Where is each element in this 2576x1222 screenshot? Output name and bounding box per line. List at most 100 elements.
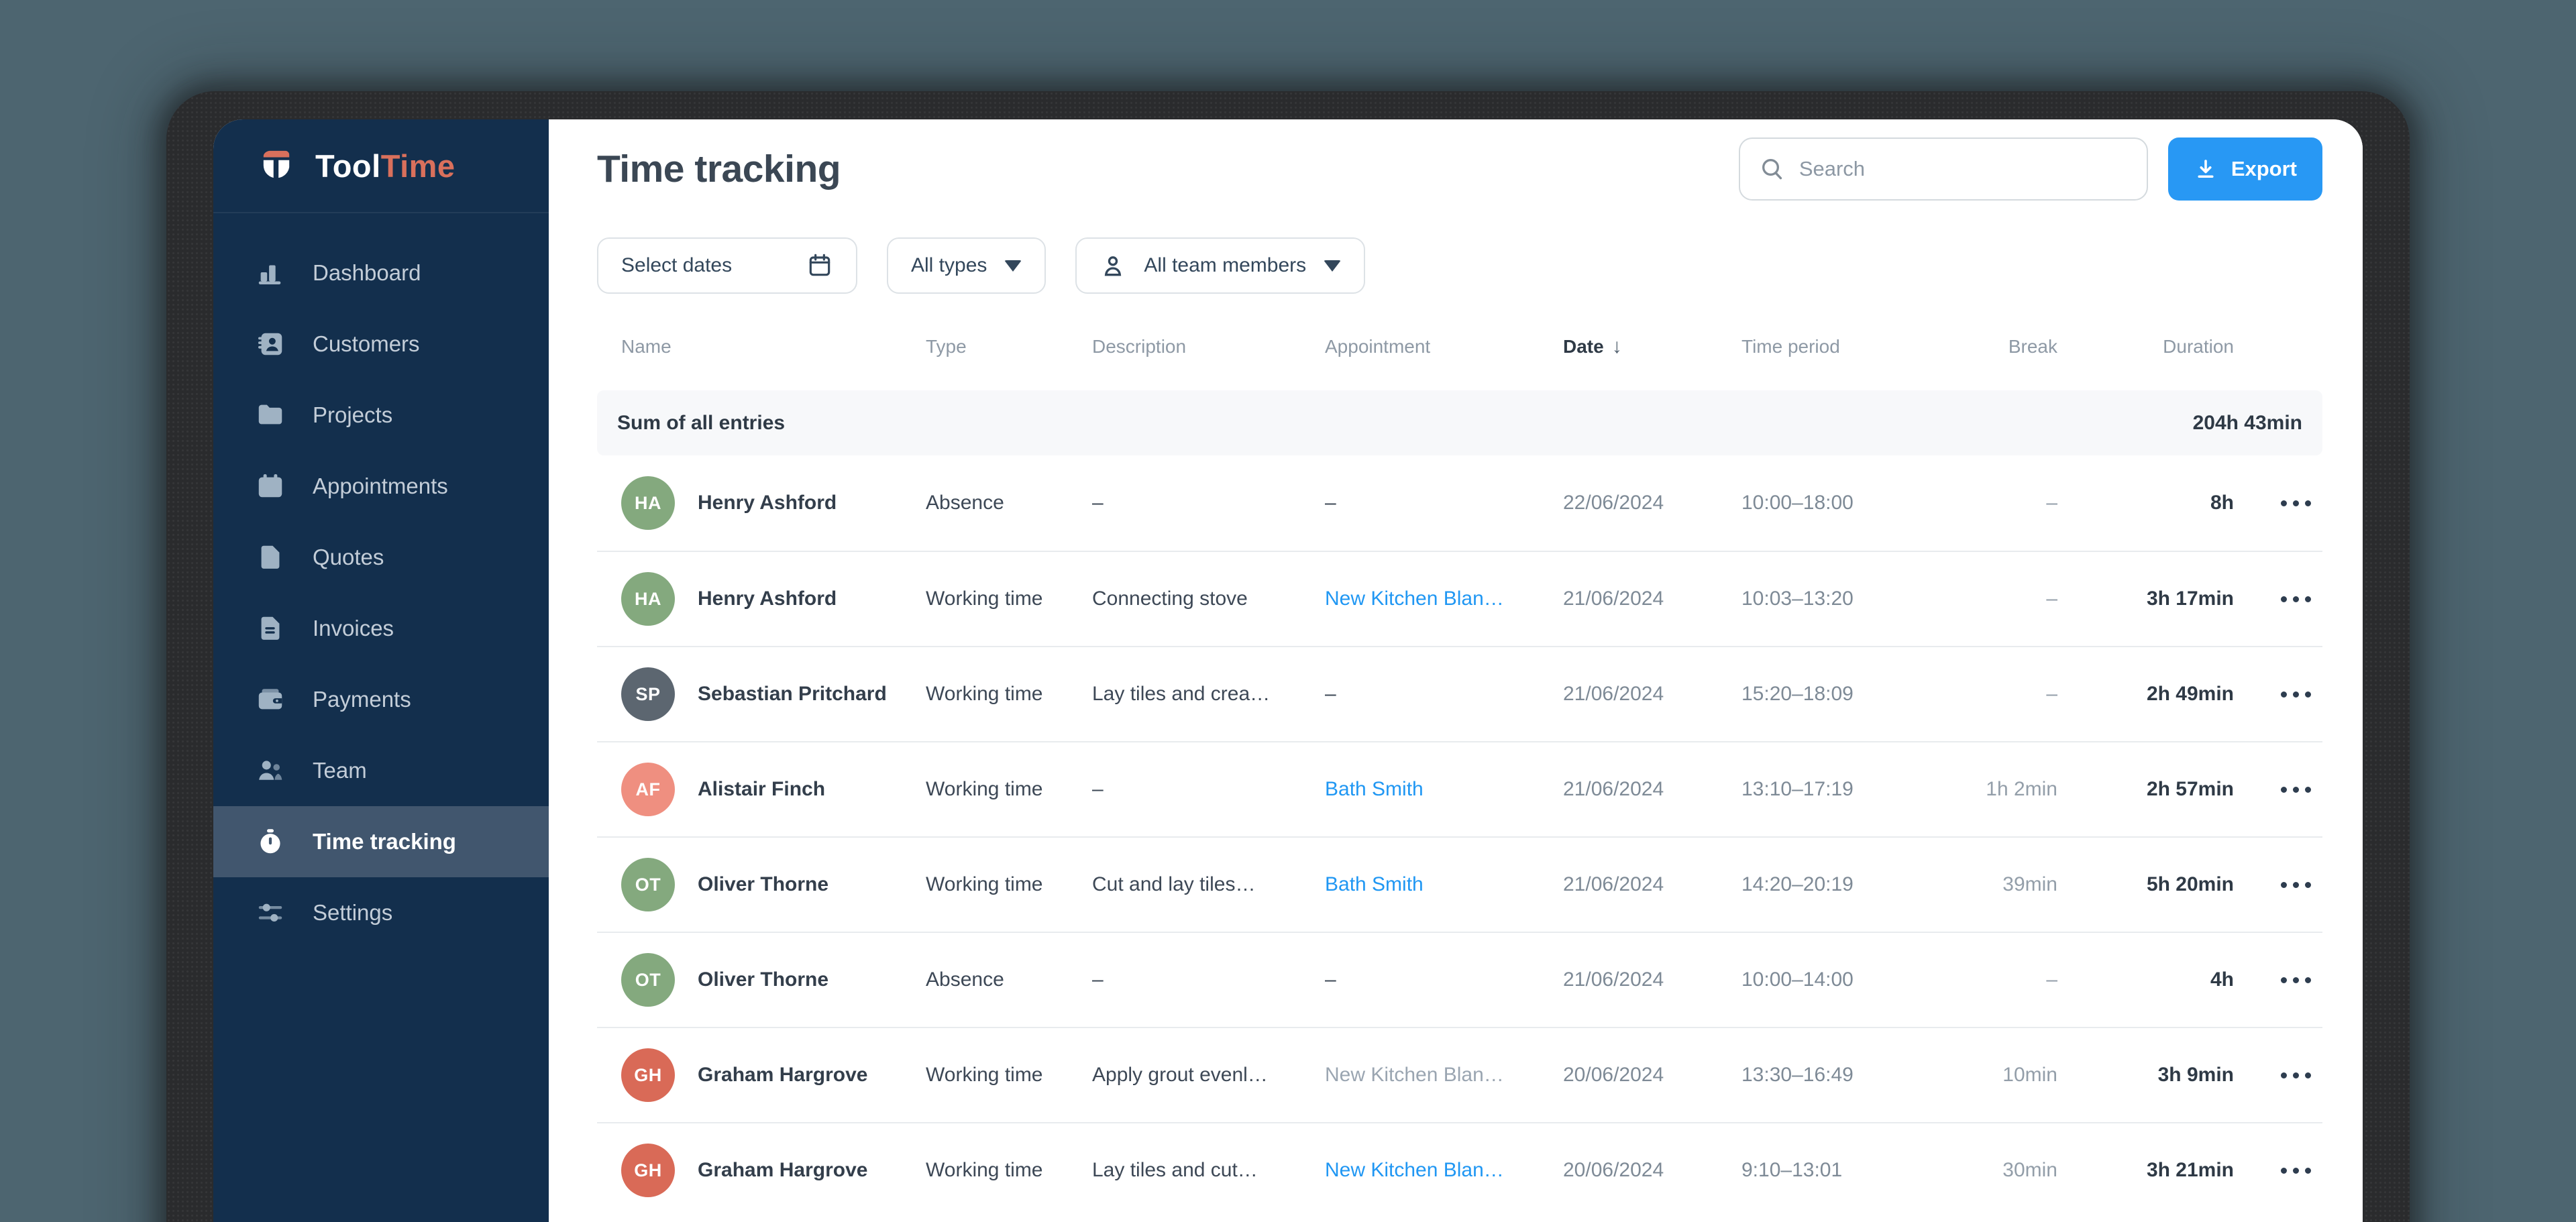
sidebar-item-label: Team [313,758,367,783]
duration-cell: 2h 49min [2146,683,2234,705]
sidebar-item-appointments[interactable]: Appointments [213,451,549,522]
appointment-cell[interactable]: Bath Smith [1325,873,1563,896]
device-frame: ToolTime Dashboard Customers Projects Ap… [166,91,2410,1222]
calendar-icon [809,254,830,276]
appointment-cell: – [1325,968,1336,991]
type-cell: Working time [926,778,1043,800]
duration-cell: 5h 20min [2146,873,2234,895]
table-row[interactable]: AF Alistair Finch Working time – Bath Sm… [597,741,2322,836]
name-cell: HA Henry Ashford [621,476,926,530]
sidebar-item-invoices[interactable]: Invoices [213,593,549,664]
row-actions-menu-icon[interactable] [2279,777,2312,802]
sidebar-item-time-tracking[interactable]: Time tracking [213,806,549,877]
date-cell: 21/06/2024 [1563,588,1664,610]
tooltime-logo-icon [263,150,290,178]
column-header-name[interactable]: Name [621,336,926,357]
table-row[interactable]: OT Oliver Thorne Working time Cut and la… [597,836,2322,932]
duration-cell: 8h [2210,492,2234,514]
table-row[interactable]: HA Henry Ashford Absence – – 22/06/2024 … [597,455,2322,551]
date-cell: 20/06/2024 [1563,1159,1664,1181]
sidebar-item-customers[interactable]: Customers [213,309,549,380]
appointment-cell: – [1325,683,1336,705]
date-cell: 21/06/2024 [1563,778,1664,800]
column-header-date[interactable]: Date ↓ [1563,335,1741,358]
export-label: Export [2231,157,2297,180]
description-cell: Apply grout evenl… [1092,1064,1268,1086]
type-cell: Working time [926,683,1043,705]
type-cell: Working time [926,588,1043,610]
row-actions-menu-icon[interactable] [2279,1063,2312,1088]
member-name: Henry Ashford [698,588,837,610]
name-cell: GH Graham Hargrove [621,1144,926,1197]
column-header-break[interactable]: Break [1923,336,2057,357]
sidebar-item-projects[interactable]: Projects [213,380,549,451]
column-header-duration[interactable]: Duration [2057,336,2234,357]
table-body: HA Henry Ashford Absence – – 22/06/2024 … [597,455,2322,1217]
appointment-cell[interactable]: Bath Smith [1325,778,1563,801]
chevron-down-icon [1004,260,1022,272]
summary-row: Sum of all entries 204h 43min [597,390,2322,455]
all-team-members-label: All team members [1144,254,1307,276]
team-icon [255,755,286,786]
row-actions-menu-icon[interactable] [2279,491,2312,516]
row-actions-menu-icon[interactable] [2279,873,2312,897]
avatar: HA [621,476,675,530]
search-box[interactable] [1738,137,2148,201]
row-actions-menu-icon[interactable] [2279,587,2312,612]
time-tracking-icon [255,826,286,857]
menu-cell [2234,491,2312,516]
type-cell: Working time [926,1064,1043,1086]
select-dates-label: Select dates [621,254,733,276]
row-actions-menu-icon[interactable] [2279,682,2312,707]
break-cell: 39min [2002,873,2057,895]
description-cell: Lay tiles and cut… [1092,1159,1258,1181]
sidebar-item-dashboard[interactable]: Dashboard [213,237,549,309]
summary-label: Sum of all entries [617,411,786,434]
search-input[interactable] [1799,157,2128,181]
name-cell: AF Alistair Finch [621,763,926,816]
sidebar-item-label: Invoices [313,616,394,641]
avatar: AF [621,763,675,816]
appointment-cell[interactable]: New Kitchen Blan… [1325,588,1563,610]
break-cell: 10min [2002,1064,2057,1086]
break-cell: – [2046,683,2057,705]
table-row[interactable]: OT Oliver Thorne Absence – – 21/06/2024 … [597,932,2322,1027]
duration-cell: 4h [2210,968,2234,991]
column-header-time-period[interactable]: Time period [1741,336,1923,357]
menu-cell [2234,1158,2312,1183]
filter-select-dates[interactable]: Select dates [597,237,857,294]
member-name: Sebastian Pritchard [698,683,887,705]
duration-cell: 2h 57min [2146,778,2234,800]
sort-desc-icon: ↓ [1611,335,1622,357]
sidebar-item-quotes[interactable]: Quotes [213,522,549,593]
appointment-cell[interactable]: New Kitchen Blan… [1325,1159,1563,1182]
column-header-description[interactable]: Description [1092,336,1325,357]
sidebar: ToolTime Dashboard Customers Projects Ap… [213,119,549,1222]
time-period-cell: 10:00–14:00 [1741,968,1854,991]
column-header-type[interactable]: Type [926,336,1092,357]
filter-all-types[interactable]: All types [887,237,1046,294]
member-name: Oliver Thorne [698,968,829,991]
settings-icon [255,897,286,928]
table-row[interactable]: HA Henry Ashford Working time Connecting… [597,551,2322,646]
row-actions-menu-icon[interactable] [2279,968,2312,993]
table-row[interactable]: SP Sebastian Pritchard Working time Lay … [597,646,2322,741]
duration-cell: 3h 21min [2146,1159,2234,1181]
table-row[interactable]: GH Graham Hargrove Working time Apply gr… [597,1027,2322,1122]
export-button[interactable]: Export [2167,137,2322,201]
column-header-appointment[interactable]: Appointment [1325,336,1563,357]
all-types-label: All types [911,254,987,276]
sidebar-item-label: Projects [313,402,393,427]
filter-all-team-members[interactable]: All team members [1075,237,1366,294]
sidebar-item-team[interactable]: Team [213,735,549,806]
time-period-cell: 13:30–16:49 [1741,1064,1854,1086]
member-name: Oliver Thorne [698,873,829,895]
member-name: Graham Hargrove [698,1159,868,1181]
time-period-cell: 10:00–18:00 [1741,492,1854,514]
sidebar-item-settings[interactable]: Settings [213,877,549,948]
sidebar-item-label: Customers [313,331,420,356]
table-row[interactable]: GH Graham Hargrove Working time Lay tile… [597,1122,2322,1217]
sidebar-item-payments[interactable]: Payments [213,664,549,735]
row-actions-menu-icon[interactable] [2279,1158,2312,1183]
logo[interactable]: ToolTime [213,119,549,213]
